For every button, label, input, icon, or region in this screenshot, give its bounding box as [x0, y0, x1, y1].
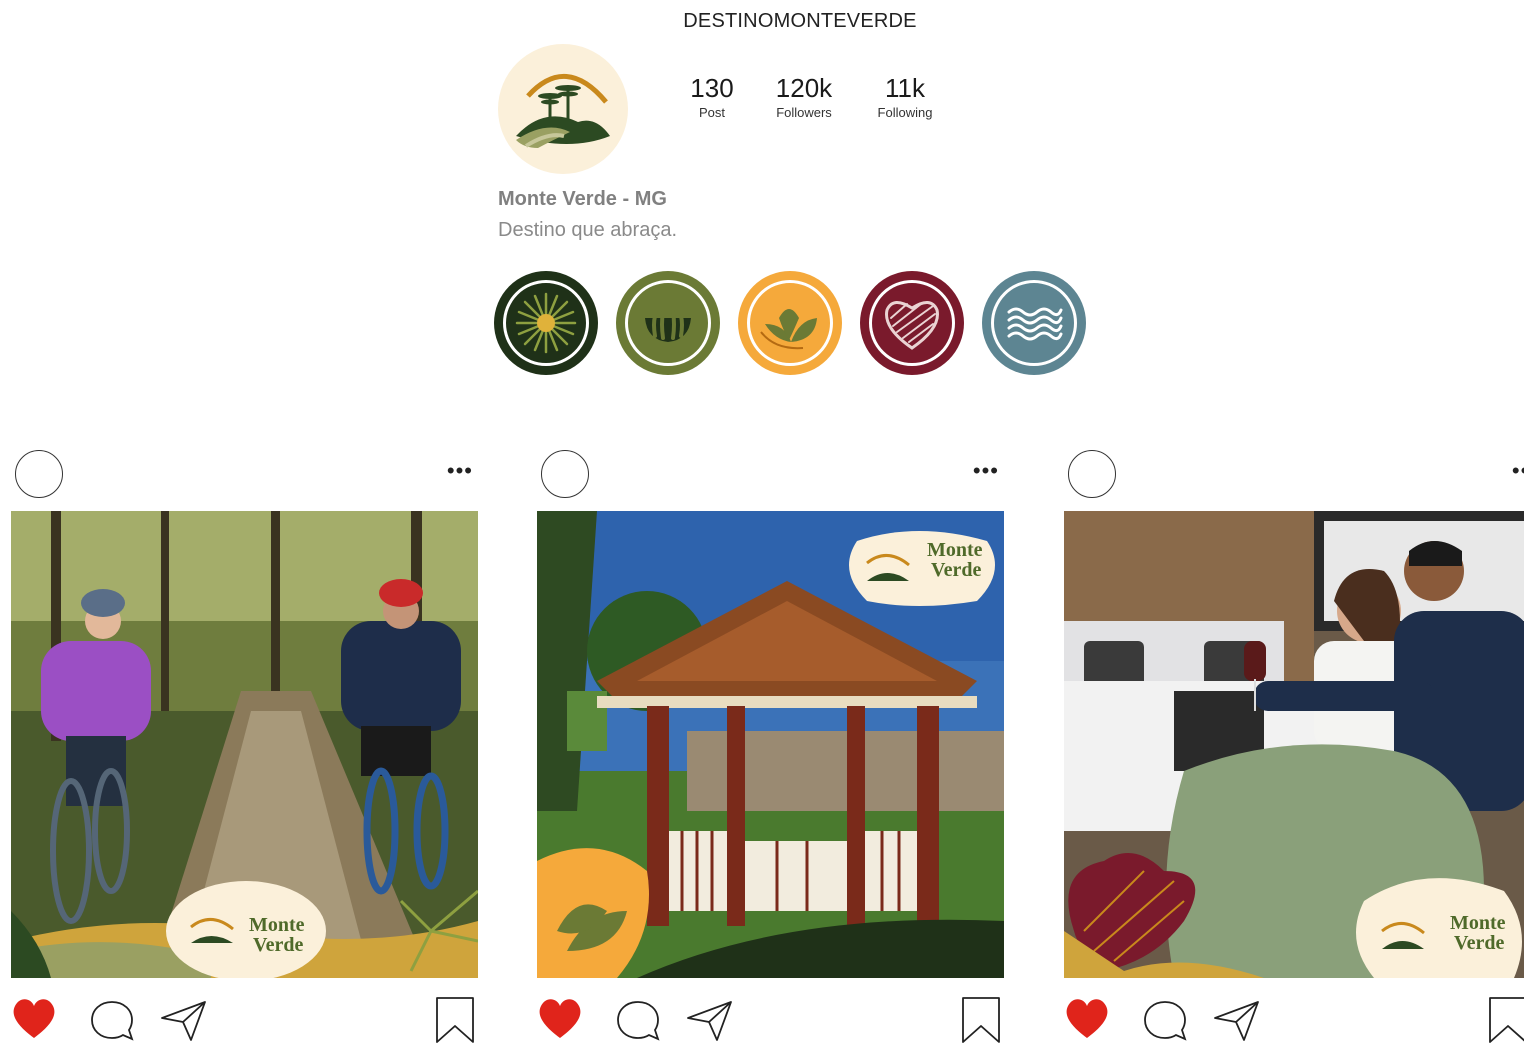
post-brand-line1: Monte: [927, 539, 983, 561]
comment-button[interactable]: [88, 998, 136, 1042]
comment-icon: [91, 1001, 134, 1041]
post-brand-line1: Monte: [1450, 912, 1506, 934]
stat-posts-value: 130: [690, 73, 734, 103]
save-button[interactable]: [1486, 996, 1524, 1043]
post-image[interactable]: Monte Verde: [537, 511, 1004, 978]
stat-following-label: Following: [877, 105, 933, 120]
like-button[interactable]: [11, 996, 57, 1040]
leaf-icon: [760, 309, 817, 350]
heart-icon: [885, 301, 939, 350]
stat-posts[interactable]: 130 Post: [684, 72, 740, 122]
highlight-leaf[interactable]: [738, 271, 842, 375]
profile-avatar[interactable]: [498, 44, 628, 174]
post-image[interactable]: Monte Verde: [11, 511, 478, 978]
more-options-icon[interactable]: •••: [973, 456, 999, 486]
waves-icon: [1007, 307, 1063, 341]
save-button[interactable]: [433, 996, 477, 1043]
story-highlights: [494, 271, 1086, 377]
post-card: •••: [537, 446, 1005, 1043]
like-button[interactable]: [1064, 996, 1110, 1040]
comment-button[interactable]: [1141, 998, 1189, 1042]
post-actions: [537, 996, 1005, 1043]
more-options-icon[interactable]: •••: [1512, 456, 1524, 486]
heart-filled-icon: [1066, 999, 1108, 1038]
bookmark-icon: [962, 997, 1000, 1043]
profile-username: DESTINOMONTEVERDE: [683, 10, 917, 32]
comment-button[interactable]: [614, 998, 662, 1042]
post-brand-line2: Verde: [931, 559, 981, 581]
highlight-nature[interactable]: [616, 271, 720, 375]
post-card: •••: [11, 446, 479, 1043]
stat-followers[interactable]: 120k Followers: [768, 72, 840, 122]
monte-verde-logo-icon: [516, 73, 610, 148]
post-photo-couple: Monte Verde: [1064, 511, 1524, 978]
post-photo-cyclists: Monte Verde: [11, 511, 478, 978]
post-author-avatar[interactable]: [1068, 450, 1116, 498]
comment-icon: [1144, 1001, 1187, 1041]
comment-icon: [617, 1001, 660, 1041]
post-author-avatar[interactable]: [15, 450, 63, 498]
heart-filled-icon: [13, 999, 55, 1038]
bookmark-icon: [1489, 997, 1524, 1043]
profile-name: Monte Verde - MG: [498, 188, 667, 210]
heart-filled-icon: [539, 999, 581, 1038]
send-icon: [687, 1001, 732, 1041]
stat-followers-value: 120k: [775, 73, 833, 103]
highlight-waves[interactable]: [982, 271, 1086, 375]
bookmark-icon: [436, 997, 474, 1043]
share-button[interactable]: [159, 998, 209, 1042]
post-image[interactable]: Monte Verde: [1064, 511, 1524, 978]
stat-followers-label: Followers: [776, 105, 832, 120]
send-icon: [1214, 1001, 1259, 1041]
post-actions: [1064, 996, 1524, 1043]
post-brand-line2: Verde: [1454, 932, 1504, 954]
highlight-heart[interactable]: [860, 271, 964, 375]
stat-following[interactable]: 11k Following: [870, 72, 940, 122]
post-card: •••: [1064, 446, 1524, 1043]
highlight-araucaria[interactable]: [494, 271, 598, 375]
stat-posts-label: Post: [698, 105, 725, 120]
post-author-avatar[interactable]: [541, 450, 589, 498]
send-icon: [161, 1001, 206, 1041]
like-button[interactable]: [537, 996, 583, 1040]
post-brand-line1: Monte: [249, 914, 305, 936]
more-options-icon[interactable]: •••: [447, 456, 473, 486]
profile-bio: Destino que abraça.: [498, 219, 678, 241]
share-button[interactable]: [685, 998, 735, 1042]
stat-following-value: 11k: [885, 73, 925, 103]
post-photo-gazebo: Monte Verde: [537, 511, 1004, 978]
grass-tuft-icon: [645, 310, 691, 342]
post-actions: [11, 996, 479, 1043]
share-button[interactable]: [1212, 998, 1262, 1042]
post-brand-line2: Verde: [253, 934, 303, 956]
save-button[interactable]: [959, 996, 1003, 1043]
araucaria-burst-icon: [515, 292, 577, 354]
